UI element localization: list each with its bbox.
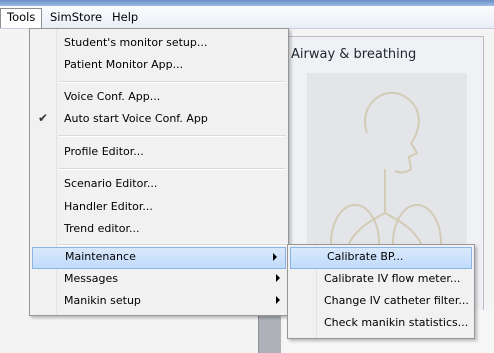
menu-item-manikin-setup[interactable]: Manikin setup (30, 291, 288, 313)
menu-item-label: Change IV catheter filter... (324, 294, 469, 307)
menu-item-label: Maintenance (65, 250, 136, 263)
menu-item-label: Profile Editor... (64, 145, 144, 158)
menu-tools[interactable]: Tools (0, 8, 43, 28)
menu-item-label: Patient Monitor App... (64, 58, 184, 71)
menu-item-voice-conf-app[interactable]: Voice Conf. App... (30, 87, 288, 109)
menu-item-profile-editor[interactable]: Profile Editor... (30, 142, 288, 164)
tools-menu: Student's monitor setup... Patient Monit… (29, 28, 289, 316)
menu-item-label: Auto start Voice Conf. App (64, 112, 208, 125)
menu-item-label: Trend editor... (64, 222, 140, 235)
menu-bar: Tools SimStore Help (0, 6, 494, 29)
menu-item-calibrate-iv-flow-meter[interactable]: Calibrate IV flow meter... (288, 269, 474, 291)
menu-item-trend-editor[interactable]: Trend editor... (30, 219, 288, 241)
menu-item-check-manikin-statistics[interactable]: Check manikin statistics... (288, 313, 474, 335)
menu-item-label: Check manikin statistics... (324, 316, 469, 329)
submenu-arrow-icon (273, 253, 277, 261)
checkmark-icon: ✔ (38, 111, 49, 125)
menu-help[interactable]: Help (106, 9, 144, 25)
menu-simstore[interactable]: SimStore (44, 9, 108, 25)
menu-item-label: Handler Editor... (64, 200, 153, 213)
menu-item-handler-editor[interactable]: Handler Editor... (30, 197, 288, 219)
submenu-arrow-icon (276, 296, 280, 304)
menu-item-auto-start-voice-conf[interactable]: ✔ Auto start Voice Conf. App (30, 109, 288, 131)
menu-item-change-iv-catheter-filter[interactable]: Change IV catheter filter... (288, 291, 474, 313)
menu-item-label: Voice Conf. App... (64, 90, 161, 103)
menu-item-label: Calibrate IV flow meter... (324, 272, 461, 285)
maintenance-submenu: Calibrate BP... Calibrate IV flow meter.… (287, 244, 475, 339)
menu-item-patient-monitor-app[interactable]: Patient Monitor App... (30, 55, 288, 77)
menu-item-students-monitor-setup[interactable]: Student's monitor setup... (30, 33, 288, 55)
menu-separator (58, 244, 286, 246)
menu-item-maintenance[interactable]: Maintenance (32, 247, 286, 269)
submenu-arrow-icon (276, 274, 280, 282)
menu-item-label: Scenario Editor... (64, 177, 158, 190)
menu-item-label: Student's monitor setup... (64, 36, 208, 49)
menu-item-scenario-editor[interactable]: Scenario Editor... (30, 174, 288, 196)
menu-item-label: Manikin setup (64, 294, 141, 307)
menu-separator (58, 81, 286, 83)
menu-separator (58, 135, 286, 137)
menu-item-label: Messages (64, 272, 118, 285)
panel-title: Airway & breathing (291, 47, 417, 62)
menu-item-calibrate-bp[interactable]: Calibrate BP... (290, 247, 472, 269)
menu-item-label: Calibrate BP... (327, 250, 404, 263)
menu-item-messages[interactable]: Messages (30, 269, 288, 291)
menu-separator (58, 168, 286, 170)
